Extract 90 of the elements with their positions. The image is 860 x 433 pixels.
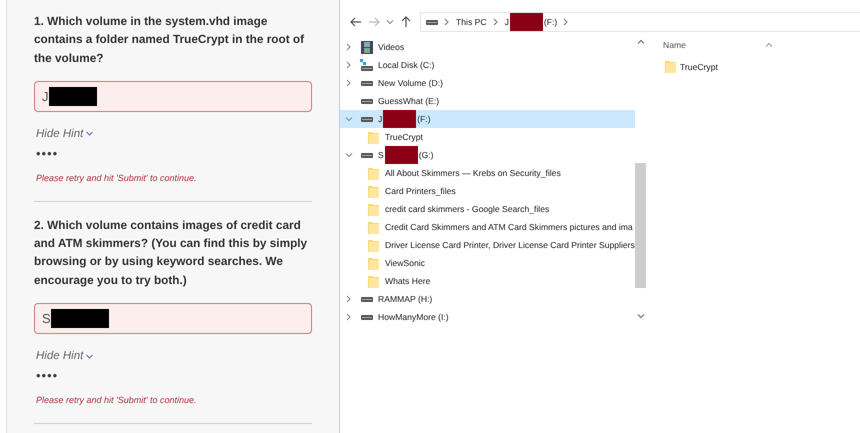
item-label: ViewSonic (385, 258, 425, 268)
item-label: This PC (456, 17, 487, 27)
file-item[interactable]: TrueCrypt (665, 60, 860, 73)
item-label: J (504, 17, 509, 27)
tree-item[interactable]: Videos (340, 38, 635, 56)
answer-field[interactable]: J (34, 80, 312, 112)
tree-item[interactable]: All About Skimmers — Krebs on Security_files (340, 164, 635, 182)
item-label: Card Printers_files (385, 186, 456, 196)
folder-icon (368, 166, 379, 180)
expand-chevron-icon[interactable] (345, 79, 353, 87)
tree-item[interactable]: S (G:) (340, 146, 635, 164)
drive-letter: (F:) (544, 17, 558, 27)
chevron-icon (86, 131, 94, 136)
item-label: RAMMAP (H:) (378, 294, 432, 304)
item-label: Local Disk (C:) (378, 60, 434, 70)
scroll-up-icon[interactable] (636, 38, 644, 46)
tree-item[interactable]: credit card skimmers - Google Search_files (340, 200, 635, 218)
folder-icon (665, 60, 676, 73)
hint-toggle[interactable]: Hide Hint (34, 350, 96, 362)
up-arrow-icon[interactable] (400, 16, 412, 28)
item-label: S (378, 150, 384, 160)
address-bar[interactable]: This PC J (F:) (420, 12, 860, 32)
tree-item[interactable]: HowManyMore (I:) (340, 308, 635, 326)
expand-chevron-icon[interactable] (345, 61, 353, 69)
drive-letter: (F:) (417, 114, 431, 124)
error-message: Please retry and hit 'Submit' to continue. (35, 395, 198, 406)
item-label: Credit Card Skimmers and ATM Card Skimmers pictures and ima (385, 222, 633, 232)
answer-field[interactable]: S (34, 303, 312, 334)
hint-text: •••• (35, 146, 60, 161)
tree-item[interactable]: Credit Card Skimmers and ATM Card Skimmers pictures and ima (340, 218, 635, 236)
expand-chevron-icon[interactable] (345, 151, 353, 159)
recent-dropdown-icon[interactable] (386, 18, 394, 26)
item-label: GuessWhat (E:) (378, 96, 440, 106)
tree-item[interactable]: Driver License Card Printer, Driver License Card Printer Suppliers (340, 236, 635, 254)
item-label: J (378, 114, 382, 124)
folder-icon (368, 220, 379, 234)
item-label: Videos (378, 42, 404, 52)
folder-icon (368, 202, 379, 216)
folder-icon (368, 256, 379, 270)
drive-icon (360, 80, 372, 86)
hint-toggle[interactable]: Hide Hint (34, 128, 96, 140)
question-text: 1. Which volume in the system.vhd image contains a folder named TrueCrypt in the root of the volume? (34, 13, 306, 67)
expand-chevron-icon[interactable] (345, 313, 353, 321)
drive-icon (360, 116, 372, 122)
tree-item[interactable]: TrueCrypt (340, 128, 635, 146)
expand-chevron-icon[interactable] (345, 43, 353, 51)
item-label: Whats Here (385, 276, 430, 286)
drive-letter: (G:) (418, 150, 434, 160)
drive-icon (360, 296, 372, 302)
drive-icon (360, 98, 372, 104)
tree-item[interactable]: New Volume (D:) (340, 74, 635, 92)
tree-item[interactable]: J (F:) (340, 110, 635, 128)
drive-icon (360, 152, 372, 158)
breadcrumb-item[interactable]: This PC (456, 13, 487, 31)
tree-item[interactable]: ViewSonic (340, 254, 635, 272)
back-arrow-icon[interactable] (350, 16, 362, 28)
expand-chevron-icon[interactable] (345, 115, 353, 123)
sort-caret-icon[interactable] (765, 41, 773, 49)
drive-icon (426, 19, 438, 25)
hint-text: •••• (35, 368, 60, 384)
chevron-icon[interactable] (562, 18, 570, 26)
folder-icon (368, 274, 379, 288)
chevron-icon[interactable] (443, 18, 451, 26)
drive-icon (360, 59, 373, 71)
tree-item[interactable]: Card Printers_files (340, 182, 635, 200)
expand-chevron-icon[interactable] (345, 295, 353, 303)
item-label: All About Skimmers — Krebs on Security_files (385, 168, 561, 178)
tree-item[interactable]: Local Disk (C:) (340, 56, 635, 74)
scrollbar[interactable] (635, 38, 646, 320)
drive-icon (360, 314, 372, 320)
tree-item[interactable]: RAMMAP (H:) (340, 290, 635, 308)
item-label: credit card skimmers - Google Search_files (385, 204, 550, 214)
error-message: Please retry and hit 'Submit' to continue. (35, 172, 198, 183)
scroll-down-icon[interactable] (636, 312, 644, 320)
tree-item[interactable]: Whats Here (340, 272, 635, 290)
tree-item[interactable]: GuessWhat (E:) (340, 92, 635, 110)
column-header[interactable]: Name (663, 40, 686, 50)
folder-icon (368, 130, 379, 144)
folder-icon (368, 184, 379, 198)
chevron-icon[interactable] (492, 18, 500, 26)
item-label: TrueCrypt (385, 132, 423, 142)
folder-icon (368, 238, 379, 252)
item-label: New Volume (D:) (378, 78, 443, 88)
question-text: 2. Which volume contains images of credit card and ATM skimmers? (You can find this by simply browsing or by using keyword searches. We encourage you to try both.) (34, 216, 308, 289)
forward-arrow-icon[interactable] (368, 16, 380, 28)
breadcrumb-item[interactable]: J (F:) (504, 13, 558, 31)
item-label: HowManyMore (I:) (378, 312, 449, 322)
chevron-icon (86, 354, 94, 359)
film-icon (360, 40, 372, 54)
item-label: Driver License Card Printer, Driver License Card Printer Suppliers (385, 240, 635, 250)
